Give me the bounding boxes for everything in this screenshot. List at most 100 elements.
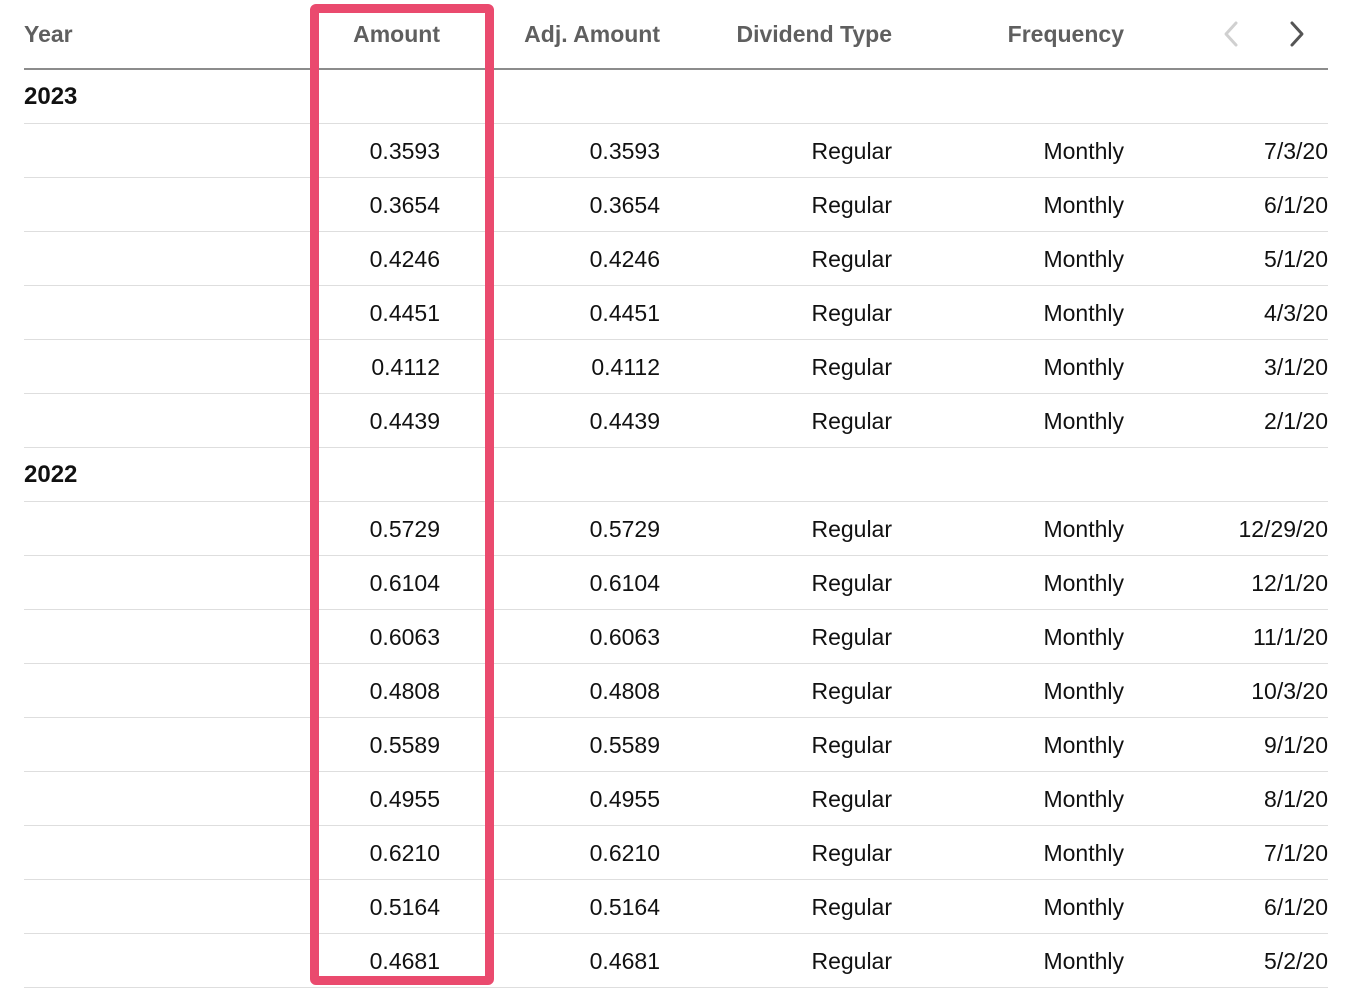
date-cell: 2/1/20 (1264, 408, 1328, 434)
adj-amount-cell: 0.4681 (589, 948, 660, 974)
date-cell: 8/1/20 (1264, 786, 1328, 812)
dividend-type-cell: Regular (811, 948, 892, 974)
adj-amount-cell: 0.4246 (589, 246, 660, 272)
chevron-left-icon (1224, 21, 1238, 47)
year-group-label: 2022 (24, 461, 78, 488)
table-header: Year Amount Adj. Amount Dividend Type Fr… (24, 0, 1328, 70)
frequency-cell: Monthly (1043, 786, 1124, 812)
column-header-year[interactable]: Year (24, 0, 73, 68)
frequency-cell: Monthly (1043, 354, 1124, 380)
date-cell: 6/1/20 (1264, 192, 1328, 218)
table-row[interactable]: 0.5589 0.5589 Regular Monthly 9/1/20 (24, 718, 1328, 772)
dividend-type-cell: Regular (811, 570, 892, 596)
chevron-right-icon (1290, 21, 1304, 47)
adj-amount-cell: 0.4112 (591, 354, 660, 380)
frequency-cell: Monthly (1043, 840, 1124, 866)
date-cell: 7/1/20 (1264, 840, 1328, 866)
frequency-cell: Monthly (1043, 624, 1124, 650)
year-group-label: 2023 (24, 83, 78, 110)
frequency-cell: Monthly (1043, 516, 1124, 542)
table-row[interactable]: 0.4439 0.4439 Regular Monthly 2/1/20 (24, 394, 1328, 448)
frequency-cell: Monthly (1043, 192, 1124, 218)
frequency-cell: Monthly (1043, 138, 1124, 164)
amount-cell: 0.6104 (369, 570, 440, 596)
amount-cell: 0.6063 (369, 624, 440, 650)
adj-amount-cell: 0.6063 (589, 624, 660, 650)
dividend-type-cell: Regular (811, 516, 892, 542)
adj-amount-cell: 0.5729 (589, 516, 660, 542)
dividend-table: Year Amount Adj. Amount Dividend Type Fr… (24, 0, 1328, 988)
table-row[interactable]: 0.5164 0.5164 Regular Monthly 6/1/20 (24, 880, 1328, 934)
adj-amount-cell: 0.3593 (589, 138, 660, 164)
frequency-cell: Monthly (1043, 678, 1124, 704)
date-cell: 7/3/20 (1264, 138, 1328, 164)
dividend-type-cell: Regular (811, 678, 892, 704)
table-row[interactable]: 0.5729 0.5729 Regular Monthly 12/29/20 (24, 502, 1328, 556)
amount-cell: 0.4451 (369, 300, 440, 326)
frequency-cell: Monthly (1043, 408, 1124, 434)
scroll-left-button[interactable] (1216, 18, 1248, 50)
amount-cell: 0.5164 (369, 894, 440, 920)
dividend-type-cell: Regular (811, 246, 892, 272)
dividend-type-cell: Regular (811, 354, 892, 380)
date-cell: 6/1/20 (1264, 894, 1328, 920)
frequency-cell: Monthly (1043, 246, 1124, 272)
frequency-cell: Monthly (1043, 948, 1124, 974)
adj-amount-cell: 0.4451 (589, 300, 660, 326)
amount-cell: 0.6210 (369, 840, 440, 866)
scroll-right-button[interactable] (1280, 18, 1312, 50)
dividend-type-cell: Regular (811, 408, 892, 434)
amount-cell: 0.4246 (369, 246, 440, 272)
table-row[interactable]: 0.4955 0.4955 Regular Monthly 8/1/20 (24, 772, 1328, 826)
table-row[interactable]: 0.3593 0.3593 Regular Monthly 7/3/20 (24, 124, 1328, 178)
date-cell: 12/1/20 (1251, 570, 1328, 596)
adj-amount-cell: 0.6210 (589, 840, 660, 866)
year-group-row: 2023 (24, 70, 1328, 124)
table-row[interactable]: 0.4112 0.4112 Regular Monthly 3/1/20 (24, 340, 1328, 394)
table-row[interactable]: 0.4451 0.4451 Regular Monthly 4/3/20 (24, 286, 1328, 340)
table-row[interactable]: 0.3654 0.3654 Regular Monthly 6/1/20 (24, 178, 1328, 232)
frequency-cell: Monthly (1043, 300, 1124, 326)
amount-cell: 0.4439 (369, 408, 440, 434)
amount-cell: 0.3593 (369, 138, 440, 164)
adj-amount-cell: 0.5589 (589, 732, 660, 758)
table-row[interactable]: 0.6104 0.6104 Regular Monthly 12/1/20 (24, 556, 1328, 610)
adj-amount-cell: 0.6104 (589, 570, 660, 596)
amount-cell: 0.5729 (369, 516, 440, 542)
dividend-type-cell: Regular (811, 138, 892, 164)
column-header-amount[interactable]: Amount (310, 0, 440, 68)
dividend-type-cell: Regular (811, 732, 892, 758)
date-cell: 11/1/20 (1252, 624, 1328, 650)
date-cell: 5/1/20 (1264, 246, 1328, 272)
column-header-frequency[interactable]: Frequency (954, 0, 1124, 68)
frequency-cell: Monthly (1043, 894, 1124, 920)
year-group-row: 2022 (24, 448, 1328, 502)
date-cell: 12/29/20 (1238, 516, 1328, 542)
table-row[interactable]: 0.4808 0.4808 Regular Monthly 10/3/20 (24, 664, 1328, 718)
frequency-cell: Monthly (1043, 570, 1124, 596)
adj-amount-cell: 0.5164 (589, 894, 660, 920)
column-header-adj-amount[interactable]: Adj. Amount (474, 0, 660, 68)
dividend-type-cell: Regular (811, 300, 892, 326)
amount-cell: 0.3654 (369, 192, 440, 218)
dividend-type-cell: Regular (811, 840, 892, 866)
date-cell: 5/2/20 (1264, 948, 1328, 974)
table-row[interactable]: 0.4246 0.4246 Regular Monthly 5/1/20 (24, 232, 1328, 286)
dividend-type-cell: Regular (811, 786, 892, 812)
date-cell: 10/3/20 (1251, 678, 1328, 704)
adj-amount-cell: 0.4808 (589, 678, 660, 704)
amount-cell: 0.4112 (371, 354, 440, 380)
column-header-dividend-type[interactable]: Dividend Type (684, 0, 893, 68)
table-row[interactable]: 0.6063 0.6063 Regular Monthly 11/1/20 (24, 610, 1328, 664)
amount-cell: 0.5589 (369, 732, 440, 758)
date-cell: 4/3/20 (1264, 300, 1328, 326)
table-row[interactable]: 0.6210 0.6210 Regular Monthly 7/1/20 (24, 826, 1328, 880)
adj-amount-cell: 0.3654 (589, 192, 660, 218)
frequency-cell: Monthly (1043, 732, 1124, 758)
table-row[interactable]: 0.4681 0.4681 Regular Monthly 5/2/20 (24, 934, 1328, 988)
amount-cell: 0.4955 (369, 786, 440, 812)
table-body: 2023 0.3593 0.3593 Regular Monthly 7/3/20 0.36… (24, 70, 1328, 988)
dividend-type-cell: Regular (811, 894, 892, 920)
date-cell: 9/1/20 (1264, 732, 1328, 758)
adj-amount-cell: 0.4955 (589, 786, 660, 812)
